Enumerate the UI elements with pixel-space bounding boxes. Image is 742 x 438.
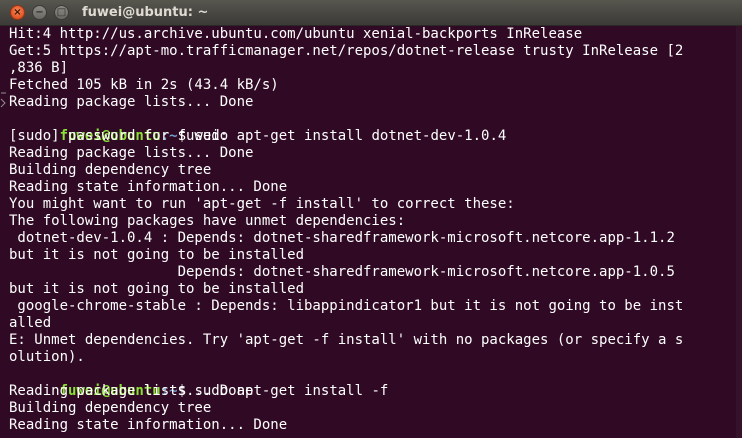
output-line: Hit:4 http://us.archive.ubuntu.com/ubunt…	[9, 26, 583, 42]
close-icon[interactable]: ×	[10, 5, 25, 20]
output-line: E: Unmet dependencies. Try 'apt-get -f i…	[9, 332, 684, 348]
output-line: but it is not going to be installed	[9, 247, 305, 263]
scrollbar[interactable]	[736, 26, 742, 438]
window-title: fuwei@ubuntu: ~	[82, 5, 209, 20]
output-line: Building dependency tree	[9, 162, 212, 178]
output-line: Building dependency tree	[9, 400, 212, 416]
terminal-output[interactable]: Hit:4 http://us.archive.ubuntu.com/ubunt…	[0, 26, 742, 438]
output-line: Get:5 https://apt-mo.trafficmanager.net/…	[9, 43, 684, 59]
output-line: dotnet-dev-1.0.4 : Depends: dotnet-share…	[9, 230, 675, 246]
command-text: sudo apt-get install dotnet-dev-1.0.4	[194, 128, 507, 144]
output-line: Reading package lists... Done	[9, 383, 254, 399]
title-bar[interactable]: × − □ fuwei@ubuntu: ~	[0, 0, 742, 26]
command-line: fuwei@ubuntu:~$ sudo apt-get install dot…	[9, 111, 507, 144]
output-line: Depends: dotnet-sharedframework-microsof…	[9, 264, 675, 280]
output-line: The following packages have unmet depend…	[9, 213, 406, 229]
output-line: Fetched 105 kB in 2s (43.4 kB/s)	[9, 77, 279, 93]
output-line: You might want to run 'apt-get -f instal…	[9, 196, 515, 212]
output-line: ,836 B]	[9, 60, 69, 76]
minimize-icon[interactable]: −	[32, 5, 47, 20]
output-line: [sudo] password for fuwei:	[9, 128, 229, 144]
output-line: Reading state information... Done	[9, 417, 288, 433]
output-line: but it is not going to be installed	[9, 281, 305, 297]
output-line: google-chrome-stable : Depends: libappin…	[9, 298, 684, 314]
output-line: olution).	[9, 349, 85, 365]
command-line: fuwei@ubuntu:~$ sudo apt-get install -f	[9, 366, 389, 399]
output-line: alled	[9, 315, 52, 331]
output-line: Reading package lists... Done	[9, 145, 254, 161]
output-line: Reading state information... Done	[9, 179, 288, 195]
maximize-icon[interactable]: □	[54, 5, 69, 20]
terminal-window: × − □ fuwei@ubuntu: ~ Hit:4 http://us.ar…	[0, 0, 742, 438]
output-line: Reading package lists... Done	[9, 94, 254, 110]
